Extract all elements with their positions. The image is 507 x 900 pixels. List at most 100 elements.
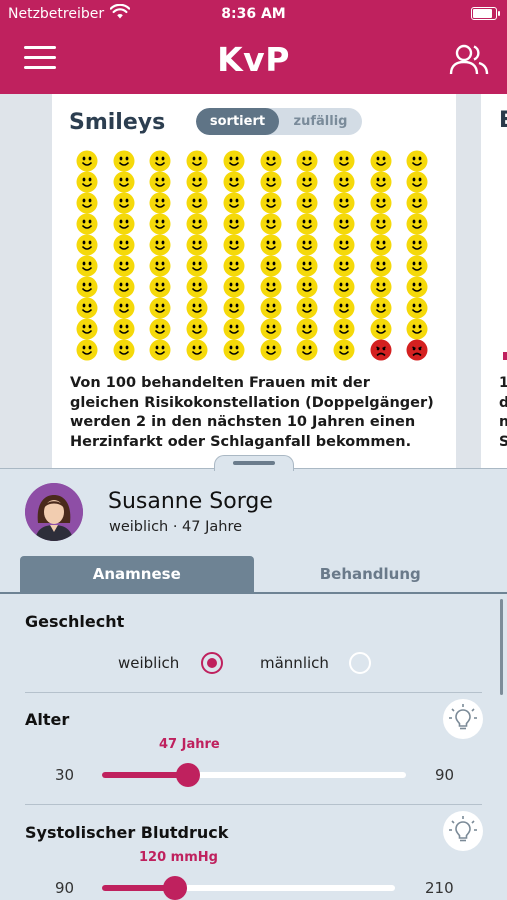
- happy-smiley: [370, 276, 392, 298]
- happy-smiley: [406, 150, 428, 172]
- happy-smiley: [296, 255, 318, 277]
- happy-smiley: [113, 255, 135, 277]
- happy-smiley: [186, 297, 208, 319]
- happy-smiley: [296, 276, 318, 298]
- happy-smiley: [186, 255, 208, 277]
- tab-behandlung[interactable]: Behandlung: [254, 556, 488, 592]
- happy-smiley: [113, 318, 135, 340]
- age-label: Alter: [25, 710, 70, 729]
- happy-smiley: [370, 297, 392, 319]
- next-card-peek[interactable]: E 1 d n S: [481, 94, 507, 468]
- happy-smiley: [223, 255, 245, 277]
- lightbulb-icon: [449, 704, 477, 730]
- happy-smiley: [149, 318, 171, 340]
- happy-smiley: [223, 150, 245, 172]
- happy-smiley: [296, 318, 318, 340]
- patient-name: Susanne Sorge: [108, 489, 273, 514]
- happy-smiley: [296, 339, 318, 361]
- happy-smiley: [186, 171, 208, 193]
- next-card-title: E: [499, 108, 507, 133]
- happy-smiley: [370, 192, 392, 214]
- happy-smiley: [223, 318, 245, 340]
- smiley-card: Smileys sortiert zufällig Von 100 behand…: [52, 94, 456, 468]
- happy-smiley: [223, 192, 245, 214]
- happy-smiley: [260, 276, 282, 298]
- age-value: 47 Jahre: [159, 737, 220, 752]
- happy-smiley: [333, 297, 355, 319]
- sort-toggle[interactable]: sortiert zufällig: [196, 108, 362, 135]
- tab-bar: Anamnese Behandlung: [20, 556, 487, 592]
- smiley-grid: [76, 150, 436, 362]
- happy-smiley: [149, 171, 171, 193]
- bp-hint-button[interactable]: [443, 811, 483, 851]
- age-max: 90: [435, 766, 455, 784]
- bp-value: 120 mmHg: [139, 850, 218, 865]
- patient-sheet: Susanne Sorge weiblich · 47 Jahre Anamne…: [0, 455, 507, 900]
- bp-slider-track[interactable]: [102, 885, 395, 891]
- happy-smiley: [186, 318, 208, 340]
- happy-smiley: [296, 297, 318, 319]
- happy-smiley: [76, 150, 98, 172]
- happy-smiley: [406, 234, 428, 256]
- gender-male-radio[interactable]: [349, 652, 371, 674]
- tab-underline: [0, 592, 507, 594]
- sheet-grabber[interactable]: [214, 455, 294, 471]
- happy-smiley: [260, 171, 282, 193]
- happy-smiley: [113, 150, 135, 172]
- happy-smiley: [76, 297, 98, 319]
- happy-smiley: [296, 171, 318, 193]
- toggle-sorted[interactable]: sortiert: [196, 108, 279, 135]
- happy-smiley: [260, 213, 282, 235]
- happy-smiley: [296, 192, 318, 214]
- happy-smiley: [113, 213, 135, 235]
- happy-smiley: [370, 213, 392, 235]
- app-header: Netzbetreiber 8:36 AM KvP: [0, 0, 507, 94]
- happy-smiley: [260, 318, 282, 340]
- gender-female-radio[interactable]: [201, 652, 223, 674]
- patient-info: weiblich · 47 Jahre: [109, 519, 243, 535]
- happy-smiley: [296, 213, 318, 235]
- card-title: Smileys: [69, 110, 166, 135]
- age-slider-thumb[interactable]: [176, 763, 201, 787]
- tab-anamnese[interactable]: Anamnese: [20, 556, 254, 592]
- risk-carousel[interactable]: Smileys sortiert zufällig Von 100 behand…: [0, 94, 507, 468]
- happy-smiley: [76, 255, 98, 277]
- happy-smiley: [76, 213, 98, 235]
- happy-smiley: [333, 171, 355, 193]
- bp-slider-thumb[interactable]: [163, 876, 188, 900]
- happy-smiley: [113, 171, 135, 193]
- happy-smiley: [406, 171, 428, 193]
- happy-smiley: [149, 276, 171, 298]
- happy-smiley: [186, 276, 208, 298]
- happy-smiley: [406, 318, 428, 340]
- happy-smiley: [406, 213, 428, 235]
- happy-smiley: [370, 255, 392, 277]
- toggle-random[interactable]: zufällig: [279, 108, 362, 135]
- users-button[interactable]: [449, 42, 489, 78]
- gender-female-label: weiblich: [118, 654, 180, 672]
- happy-smiley: [113, 276, 135, 298]
- happy-smiley: [370, 150, 392, 172]
- happy-smiley: [149, 192, 171, 214]
- scrollbar[interactable]: [500, 599, 503, 695]
- happy-smiley: [333, 192, 355, 214]
- next-card-text: 1 d n S: [499, 375, 507, 450]
- status-bar: Netzbetreiber 8:36 AM: [0, 0, 507, 28]
- clock: 8:36 AM: [221, 6, 286, 22]
- gender-label: Geschlecht: [25, 612, 125, 631]
- happy-smiley: [406, 255, 428, 277]
- bp-label: Systolischer Blutdruck: [25, 823, 229, 842]
- sad-smiley: [370, 339, 392, 361]
- happy-smiley: [186, 339, 208, 361]
- lightbulb-icon: [449, 816, 477, 842]
- happy-smiley: [260, 339, 282, 361]
- happy-smiley: [186, 234, 208, 256]
- next-card-bar-marker: [503, 352, 507, 360]
- happy-smiley: [333, 318, 355, 340]
- age-hint-button[interactable]: [443, 699, 483, 739]
- happy-smiley: [260, 234, 282, 256]
- happy-smiley: [296, 150, 318, 172]
- age-slider-track[interactable]: [102, 772, 406, 778]
- happy-smiley: [223, 297, 245, 319]
- happy-smiley: [333, 255, 355, 277]
